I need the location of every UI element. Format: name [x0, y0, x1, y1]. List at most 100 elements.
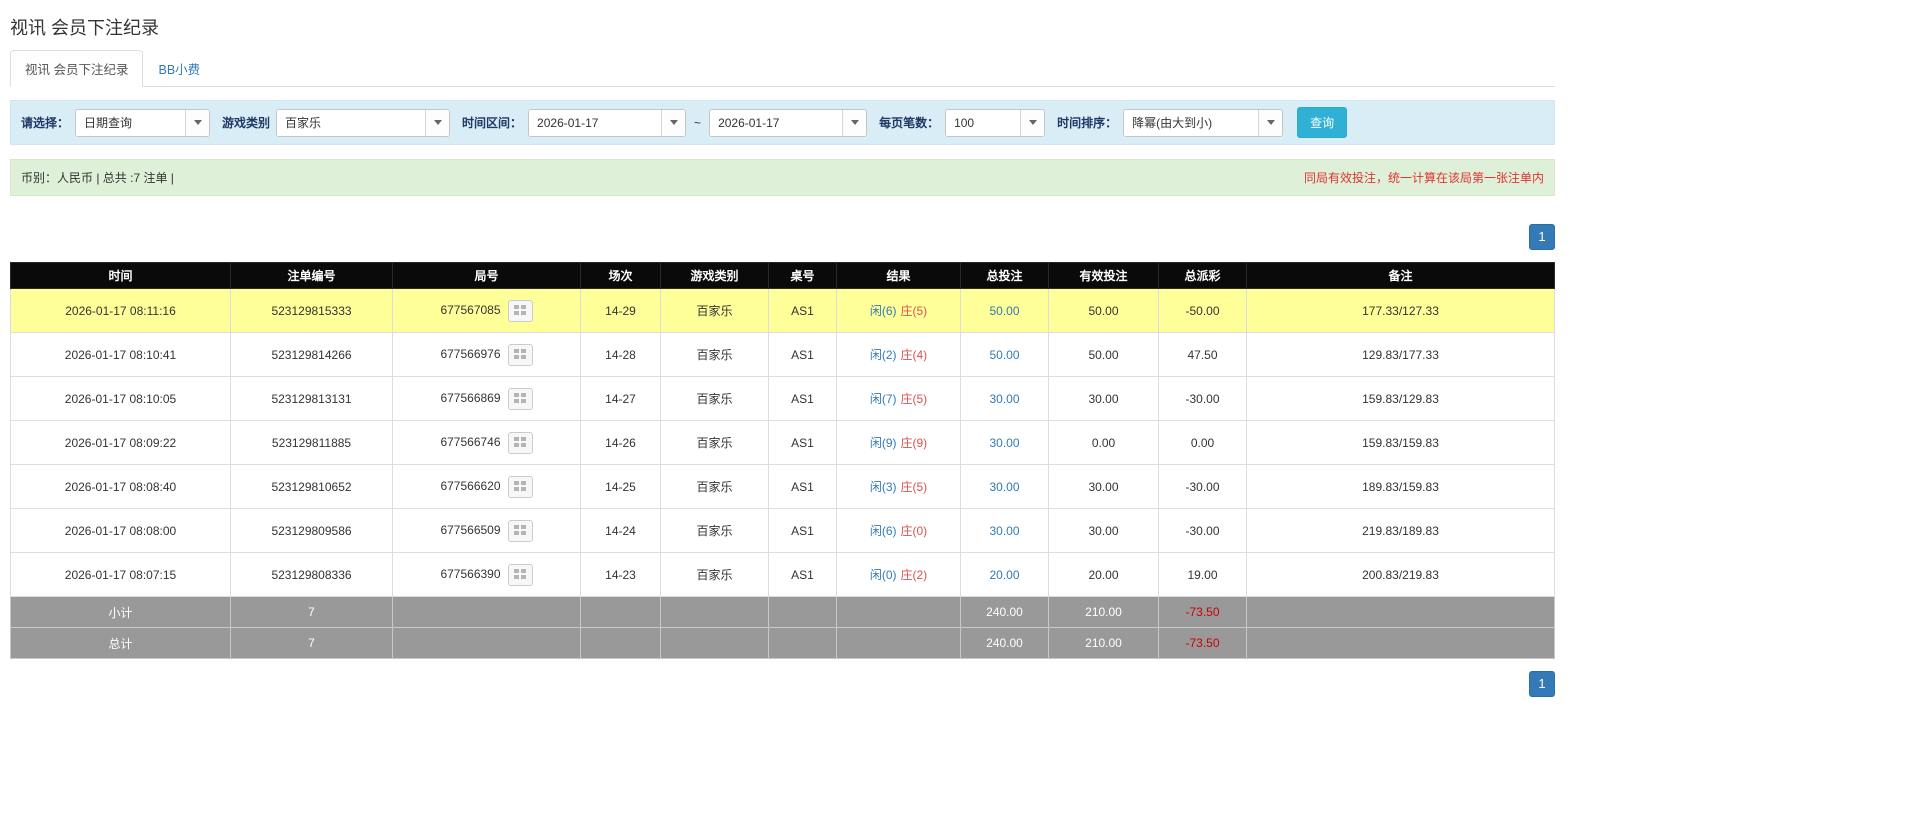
total-bet-link[interactable]: 50.00	[989, 348, 1019, 362]
cell-game-type: 百家乐	[660, 420, 769, 465]
roadmap-grid-icon	[513, 393, 526, 403]
cell-payout: 0.00	[1158, 420, 1247, 465]
notice-text: 同局有效投注，统一计算在该局第一张注单内	[1303, 171, 1544, 185]
cell-round: 677566976	[392, 332, 581, 377]
search-button[interactable]: 查询	[1297, 107, 1348, 138]
date-from-dropdown-button[interactable]	[661, 109, 686, 136]
cell-table-no: AS1	[768, 464, 837, 509]
cell-valid-bet: 50.00	[1048, 332, 1159, 377]
query-type-input[interactable]	[76, 109, 186, 136]
roadmap-grid-icon	[513, 525, 526, 535]
cell-bet-id: 523129810652	[230, 464, 393, 509]
page-size-select[interactable]	[945, 108, 1046, 137]
total-bet-link[interactable]: 30.00	[989, 524, 1019, 538]
total-bet-link[interactable]: 30.00	[989, 392, 1019, 406]
cell-total-bet: 50.00	[960, 288, 1049, 333]
page-size-dropdown-button[interactable]	[1020, 109, 1045, 136]
date-from-input[interactable]	[529, 109, 662, 136]
cell-total-bet: 30.00	[960, 376, 1049, 421]
cell-valid-bet: 30.00	[1048, 508, 1159, 553]
total-total-bet: 240.00	[960, 627, 1049, 659]
subtotal-valid-bet: 210.00	[1048, 596, 1159, 628]
page-button-1-bottom[interactable]: 1	[1529, 671, 1555, 697]
cell-time: 2026-01-17 08:08:00	[10, 508, 231, 553]
date-to-dropdown-button[interactable]	[842, 109, 867, 136]
roadmap-icon-button[interactable]	[507, 387, 533, 410]
time-sort-dropdown-button[interactable]	[1258, 109, 1283, 136]
chevron-down-icon	[1028, 120, 1037, 125]
round-number: 677567085	[440, 302, 501, 317]
roadmap-icon-button[interactable]	[507, 431, 533, 454]
cell-bet-id: 523129813131	[230, 376, 393, 421]
time-sort-input[interactable]	[1124, 109, 1259, 136]
cell-total-bet: 30.00	[960, 508, 1049, 553]
cell-payout: 19.00	[1158, 552, 1247, 597]
total-bet-link[interactable]: 20.00	[989, 568, 1019, 582]
table-row: 2026-01-17 08:09:22 523129811885 6775667…	[10, 420, 1555, 465]
cell-time: 2026-01-17 08:10:41	[10, 332, 231, 377]
roadmap-icon-button[interactable]	[507, 519, 533, 542]
tab-betting-records[interactable]: 视讯 会员下注纪录	[10, 50, 144, 87]
roadmap-grid-icon	[513, 569, 526, 579]
roadmap-icon-button[interactable]	[507, 299, 533, 322]
total-valid-bet: 210.00	[1048, 627, 1159, 659]
cell-time: 2026-01-17 08:09:22	[10, 420, 231, 465]
date-range-separator: ~	[694, 115, 702, 130]
cell-game-type: 百家乐	[660, 508, 769, 553]
cell-result: 闲(7) 庄(5)	[836, 376, 961, 421]
cell-bet-id: 523129809586	[230, 508, 393, 553]
header-time: 时间	[10, 262, 231, 289]
query-type-select[interactable]	[75, 108, 211, 137]
date-from-select[interactable]	[528, 108, 687, 137]
cell-total-bet: 30.00	[960, 420, 1049, 465]
cell-result: 闲(0) 庄(2)	[836, 552, 961, 597]
cell-note: 189.83/159.83	[1246, 464, 1555, 509]
time-sort-label: 时间排序：	[1057, 116, 1118, 130]
date-range-label: 时间区间：	[462, 116, 523, 130]
cell-round: 677566509	[392, 508, 581, 553]
cell-round: 677567085	[392, 288, 581, 333]
tab-bb-tip[interactable]: BB小费	[143, 50, 215, 87]
cell-payout: -30.00	[1158, 464, 1247, 509]
subtotal-row: 小计 7 240.00 210.00 -73.50	[10, 596, 1555, 628]
cell-payout: -30.00	[1158, 508, 1247, 553]
cell-time: 2026-01-17 08:10:05	[10, 376, 231, 421]
total-bet-link[interactable]: 30.00	[989, 480, 1019, 494]
cell-game-type: 百家乐	[660, 288, 769, 333]
game-type-input[interactable]	[277, 109, 426, 136]
total-bet-link[interactable]: 50.00	[989, 304, 1019, 318]
cell-round: 677566620	[392, 464, 581, 509]
currency-total-text: 币别：人民币 | 总共 :7 注单 |	[21, 171, 174, 185]
page-button-1[interactable]: 1	[1529, 224, 1555, 250]
cell-round: 677566390	[392, 552, 581, 597]
result-banker: 庄(2)	[900, 568, 928, 582]
cell-bet-id: 523129814266	[230, 332, 393, 377]
cell-bet-id: 523129811885	[230, 420, 393, 465]
round-number: 677566390	[440, 566, 501, 581]
cell-result: 闲(9) 庄(9)	[836, 420, 961, 465]
roadmap-grid-icon	[513, 305, 526, 315]
roadmap-icon-button[interactable]	[507, 343, 533, 366]
table-footer: 小计 7 240.00 210.00 -73.50 总计 7 240.00 21…	[10, 596, 1555, 659]
cell-game-type: 百家乐	[660, 376, 769, 421]
cell-table-no: AS1	[768, 288, 837, 333]
result-banker: 庄(0)	[900, 524, 928, 538]
query-type-dropdown-button[interactable]	[185, 109, 210, 136]
game-type-dropdown-button[interactable]	[425, 109, 450, 136]
cell-note: 219.83/189.83	[1246, 508, 1555, 553]
total-bet-link[interactable]: 30.00	[989, 436, 1019, 450]
game-type-label: 游戏类别	[222, 116, 271, 130]
date-to-input[interactable]	[710, 109, 843, 136]
roadmap-icon-button[interactable]	[507, 563, 533, 586]
date-to-select[interactable]	[709, 108, 868, 137]
cell-session: 14-24	[580, 508, 661, 553]
table-row: 2026-01-17 08:07:15 523129808336 6775663…	[10, 552, 1555, 597]
header-payout: 总派彩	[1158, 262, 1247, 289]
time-sort-select[interactable]	[1123, 108, 1284, 137]
result-banker: 庄(5)	[900, 304, 928, 318]
cell-session: 14-29	[580, 288, 661, 333]
roadmap-icon-button[interactable]	[507, 475, 533, 498]
game-type-select[interactable]	[276, 108, 451, 137]
page-size-input[interactable]	[946, 109, 1021, 136]
subtotal-payout: -73.50	[1158, 596, 1247, 628]
